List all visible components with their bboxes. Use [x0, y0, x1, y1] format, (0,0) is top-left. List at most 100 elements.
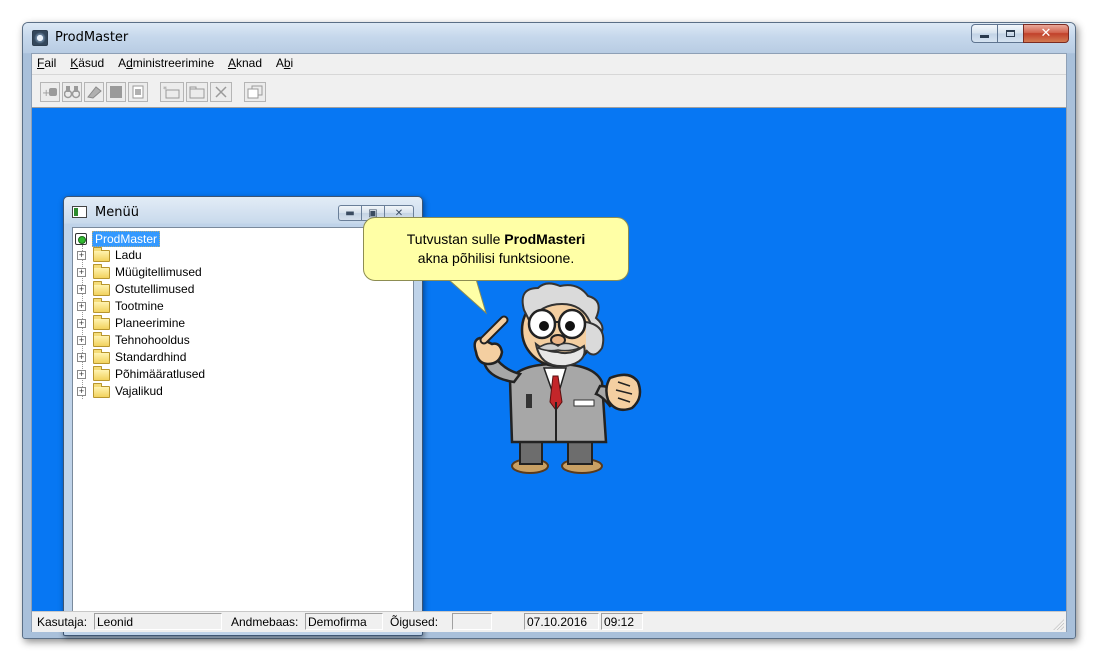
expand-icon[interactable]: + — [77, 319, 86, 328]
tree-root[interactable]: ProdMaster — [73, 230, 273, 248]
tree-item-tootmine[interactable]: + Tootmine — [73, 298, 373, 316]
tree-item-label: Ostutellimused — [115, 282, 195, 296]
menu-abi-rest: i — [290, 56, 294, 70]
folder-icon — [93, 349, 110, 364]
folder-icon — [93, 315, 110, 330]
expand-icon[interactable]: + — [77, 387, 86, 396]
erase-button[interactable] — [84, 82, 104, 102]
menu-admin-rest: ministreerimine — [132, 56, 215, 70]
tree-root-label[interactable]: ProdMaster — [92, 231, 161, 247]
minimize-button[interactable] — [971, 24, 997, 43]
copy-window-button[interactable] — [244, 82, 266, 102]
stop-button[interactable] — [106, 82, 126, 102]
speech-bubble: Tutvustan sulle ProdMasteri akna põhilis… — [363, 217, 629, 281]
eraser-icon — [87, 86, 102, 99]
expand-icon[interactable]: + — [77, 251, 86, 260]
minimize-icon: ▬ — [345, 207, 355, 219]
tree-item-label: Planeerimine — [115, 316, 186, 330]
folder-icon — [93, 383, 110, 398]
menu-abi[interactable]: Abi — [271, 54, 298, 70]
expand-icon[interactable]: + — [77, 353, 86, 362]
menu-tree[interactable]: ProdMaster + Ladu + Müügitellimused + Os… — [72, 227, 414, 627]
title-bar[interactable]: ProdMaster ✕ — [23, 23, 1075, 53]
tree-item-label: Tootmine — [115, 299, 164, 313]
add-button[interactable]: + — [40, 82, 60, 102]
expand-icon[interactable]: + — [77, 268, 86, 277]
menu-admin-accel: d — [126, 56, 133, 70]
expand-icon[interactable]: + — [77, 302, 86, 311]
menu-abi-pre: A — [275, 56, 284, 70]
delete-button[interactable] — [210, 82, 232, 102]
menu-fail[interactable]: Fail — [32, 54, 61, 70]
binoculars-icon — [64, 86, 80, 99]
new-folder-button[interactable]: * — [160, 82, 184, 102]
bubble-line-1-bold: ProdMasteri — [504, 231, 586, 247]
tree-item-planeerimine[interactable]: + Planeerimine — [73, 315, 373, 333]
folder-icon — [93, 281, 110, 296]
menu-aknad-accel: A — [227, 56, 236, 70]
document-button[interactable] — [128, 82, 148, 102]
tree-item-label: Müügitellimused — [115, 265, 202, 279]
tree-item-pohimaaratlused[interactable]: + Põhimääratlused — [73, 366, 373, 384]
rights-field — [452, 613, 492, 630]
menu-kasud[interactable]: Käsud — [65, 54, 109, 70]
user-field: Leonid — [94, 613, 222, 630]
bubble-line-1: Tutvustan sulle ProdMasteri — [364, 230, 628, 249]
svg-text:*: * — [163, 85, 167, 94]
root-node-icon — [75, 233, 87, 245]
time-field: 09:12 — [601, 613, 643, 630]
close-icon: ✕ — [1040, 26, 1052, 41]
new-folder-icon: * — [163, 85, 180, 99]
menu-aknad[interactable]: Aknad — [223, 54, 267, 70]
menu-bar: Fail Käsud Administreerimine Aknad Abi — [32, 54, 1066, 75]
document-icon — [132, 85, 144, 99]
maximize-button[interactable] — [997, 24, 1023, 43]
menu-admin-pre: A — [118, 56, 127, 70]
database-label: Andmebaas: — [231, 615, 299, 629]
menu-window-icon — [72, 206, 87, 218]
rights-label: Õigused: — [390, 615, 439, 629]
minimize-icon — [980, 35, 989, 38]
tree-item-muugitellimused[interactable]: + Müügitellimused — [73, 264, 373, 282]
tree-item-standardhind[interactable]: + Standardhind — [73, 349, 373, 367]
menu-fail-rest: ail — [44, 56, 57, 70]
tree-item-tehnohooldus[interactable]: + Tehnohooldus — [73, 332, 373, 350]
close-button[interactable]: ✕ — [1023, 24, 1069, 43]
tree-item-ladu[interactable]: + Ladu — [73, 247, 373, 265]
expand-icon[interactable]: + — [77, 285, 86, 294]
toolbar: + * — [32, 75, 1066, 108]
status-bar: Kasutaja: Leonid Andmebaas: Demofirma Õi… — [32, 611, 1066, 632]
folder-icon — [189, 86, 205, 99]
app-icon[interactable] — [32, 30, 48, 46]
mascot-professor-icon — [473, 282, 642, 474]
tree-item-ostutellimused[interactable]: + Ostutellimused — [73, 281, 373, 299]
folder-button[interactable] — [186, 82, 208, 102]
menu-window-title: Menüü — [95, 205, 139, 220]
folder-icon — [93, 332, 110, 347]
add-icon: + — [42, 88, 57, 99]
date-field: 07.10.2016 — [524, 613, 599, 630]
database-field: Demofirma — [305, 613, 383, 630]
menu-window-minimize-button[interactable]: ▬ — [338, 205, 361, 221]
window-title: ProdMaster — [55, 30, 129, 45]
folder-icon — [93, 264, 110, 279]
tree-item-vajalikud[interactable]: + Vajalikud — [73, 383, 373, 401]
find-button[interactable] — [62, 82, 82, 102]
expand-icon[interactable]: + — [77, 370, 86, 379]
menu-administreerimine[interactable]: Administreerimine — [113, 54, 219, 70]
folder-icon — [93, 247, 110, 262]
expand-icon[interactable]: + — [77, 336, 86, 345]
folder-icon — [93, 298, 110, 313]
restore-icon — [1006, 30, 1015, 37]
copy-window-icon — [247, 85, 263, 99]
bubble-line-1-prefix: Tutvustan sulle — [406, 231, 505, 247]
resize-grip[interactable] — [1053, 619, 1064, 630]
user-label: Kasutaja: — [37, 615, 88, 629]
tree-item-label: Standardhind — [115, 350, 187, 364]
close-icon — [215, 86, 227, 98]
menu-kasud-accel: K — [70, 56, 79, 70]
menu-fail-accel: F — [37, 56, 45, 70]
menu-abi-accel: b — [283, 56, 291, 70]
folder-icon — [93, 366, 110, 381]
bubble-line-2: akna põhilisi funktsioone. — [417, 250, 575, 266]
